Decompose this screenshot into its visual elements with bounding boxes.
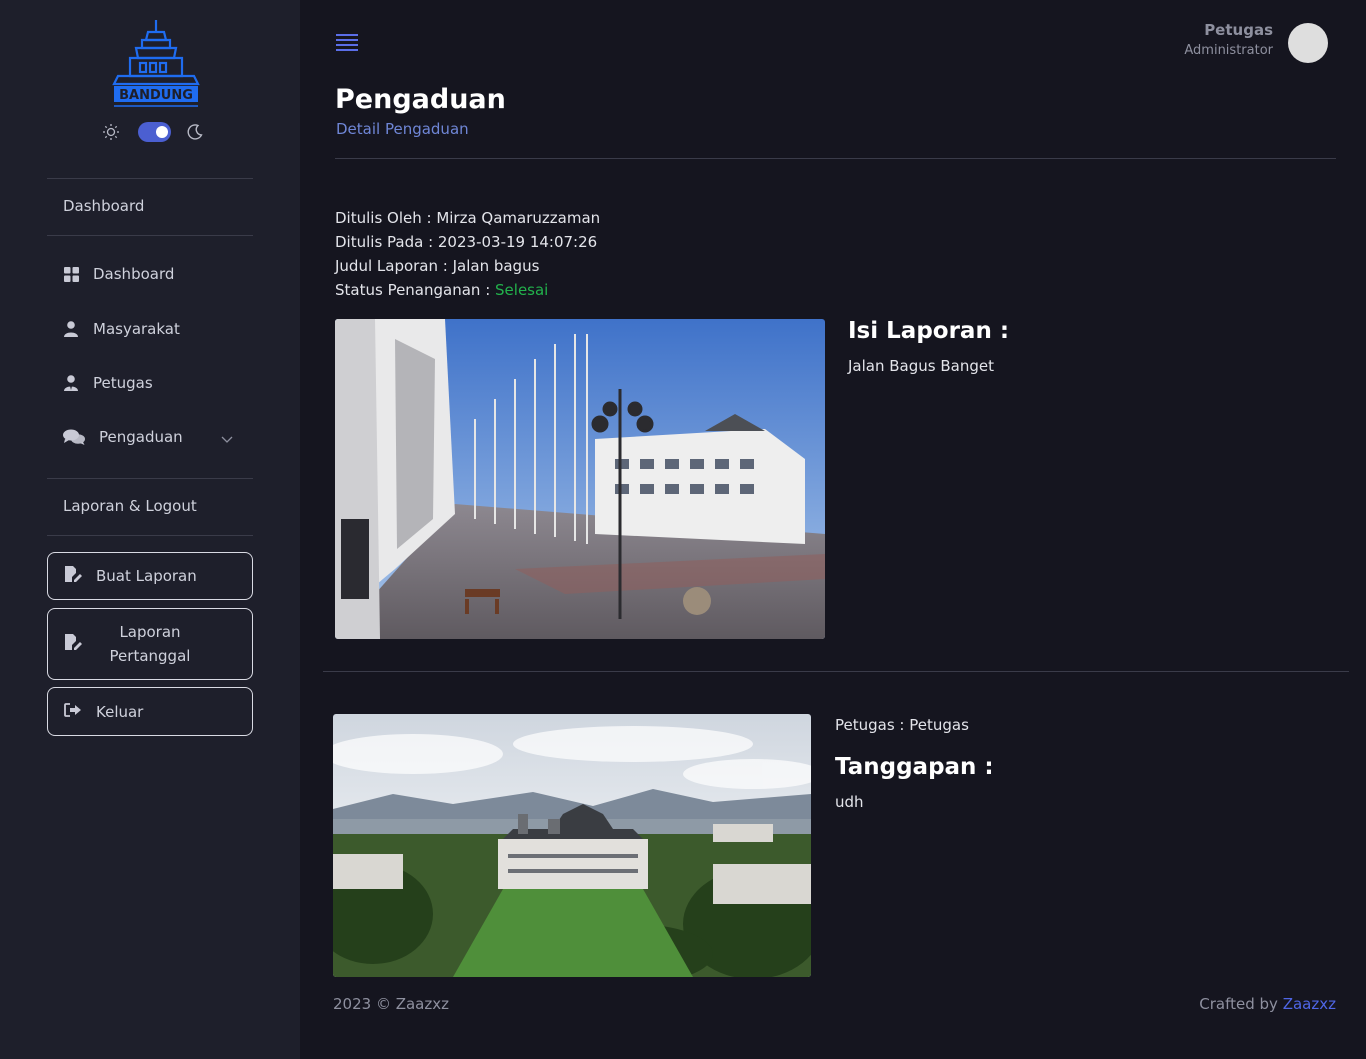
response-petugas: Petugas : Petugas — [835, 716, 969, 734]
footer-credit: Crafted by Zaazxz — [1199, 995, 1336, 1013]
button-label: Keluar — [96, 702, 144, 721]
status-label: Status Penanganan : — [335, 281, 496, 299]
sidebar-item-petugas[interactable]: Petugas — [63, 368, 253, 398]
menu-toggle-icon[interactable] — [336, 34, 358, 52]
tanggapan-title: Tanggapan : — [835, 754, 994, 780]
sidebar-item-label: Pengaduan — [99, 428, 183, 446]
sidebar-item-label: Petugas — [93, 374, 153, 392]
theme-toggle[interactable] — [102, 120, 212, 144]
sidebar-divider — [47, 535, 253, 536]
button-label: Buat Laporan — [96, 567, 197, 585]
sidebar-item-dashboard[interactable]: Dashboard — [63, 259, 253, 289]
sidebar-section-dashboard: Dashboard — [63, 197, 145, 215]
meta-written-by: Ditulis Oleh : Mirza Qamaruzzaman — [335, 209, 601, 227]
user-tie-icon — [63, 375, 79, 391]
svg-text:BANDUNG: BANDUNG — [119, 88, 193, 103]
comments-icon — [63, 429, 85, 445]
chevron-down-icon[interactable] — [221, 430, 233, 448]
user-role: Administrator — [1184, 43, 1273, 58]
laporan-pertanggal-button[interactable]: Laporan Pertanggal — [47, 608, 253, 680]
meta-written-at: Ditulis Pada : 2023-03-19 14:07:26 — [335, 233, 598, 251]
meta-status: Status Penanganan : Selesai — [335, 281, 548, 299]
isi-laporan-text: Jalan Bagus Banget — [848, 357, 994, 375]
isi-laporan-title: Isi Laporan : — [848, 318, 1010, 344]
author-link[interactable]: Zaazxz — [1283, 995, 1336, 1013]
credit-prefix: Crafted by — [1199, 995, 1283, 1013]
footer-copyright: 2023 © Zaazxz — [333, 995, 449, 1013]
tanggapan-text: udh — [835, 793, 864, 811]
user-icon — [63, 321, 79, 337]
meta-judul: Judul Laporan : Jalan bagus — [335, 257, 540, 275]
sidebar-item-pengaduan[interactable]: Pengaduan — [63, 422, 253, 452]
sidebar: BANDUNG Dashboard Dashboard Masyarakat P… — [0, 0, 300, 1059]
bandung-logo[interactable]: BANDUNG — [108, 18, 204, 110]
sidebar-divider — [47, 235, 253, 236]
sun-icon — [102, 123, 120, 145]
buat-laporan-button[interactable]: Buat Laporan — [47, 552, 253, 600]
response-photo — [333, 714, 811, 977]
page-subtitle: Detail Pengaduan — [336, 120, 469, 138]
sidebar-divider — [47, 178, 253, 179]
file-edit-icon — [64, 634, 82, 654]
user-name[interactable]: Petugas — [1204, 21, 1273, 39]
sidebar-section-laporan: Laporan & Logout — [63, 497, 197, 515]
report-photo — [335, 319, 825, 639]
sidebar-item-label: Masyarakat — [93, 320, 180, 338]
sidebar-item-masyarakat[interactable]: Masyarakat — [63, 314, 253, 344]
moon-icon — [186, 123, 204, 145]
file-edit-icon — [64, 566, 82, 586]
sidebar-item-label: Dashboard — [93, 265, 175, 283]
status-badge: Selesai — [495, 281, 549, 299]
grid-icon — [63, 266, 79, 282]
keluar-button[interactable]: Keluar — [47, 687, 253, 736]
logout-icon — [64, 702, 82, 721]
avatar[interactable] — [1288, 23, 1328, 63]
dark-mode-switch[interactable] — [138, 122, 171, 142]
sidebar-divider — [47, 478, 253, 479]
page-title: Pengaduan — [335, 84, 506, 115]
section-divider — [323, 671, 1349, 672]
header-divider — [335, 158, 1336, 159]
